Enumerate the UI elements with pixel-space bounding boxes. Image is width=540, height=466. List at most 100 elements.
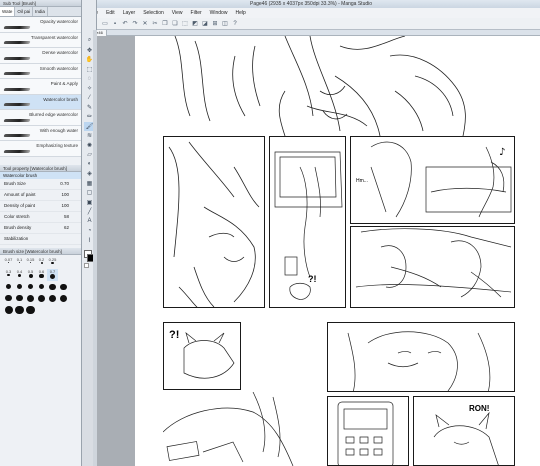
- tab-oil-paint[interactable]: Oil pai: [15, 7, 34, 16]
- brush-size-large-grid: [3, 283, 78, 317]
- brush-size-large-option[interactable]: [3, 283, 14, 293]
- canvas-area[interactable]: ?! Hm... ♪ ?! RON!: [97, 36, 540, 466]
- brush-size-dot: [39, 273, 44, 279]
- brush-item[interactable]: Dense watercolor: [0, 48, 81, 64]
- property-row[interactable]: Brush Size 0.70: [0, 179, 81, 190]
- property-value[interactable]: 62: [64, 225, 69, 230]
- property-value[interactable]: 0.70: [60, 181, 69, 186]
- brush-size-large-option[interactable]: [47, 294, 58, 304]
- property-label: Brush density: [4, 225, 32, 230]
- cut-icon[interactable]: ✂: [151, 20, 159, 28]
- tool-property-title: Tool property [Watercolor brush]: [0, 164, 81, 172]
- transparent-swatch[interactable]: [84, 263, 89, 268]
- brush-size-large-option[interactable]: [58, 294, 69, 304]
- brush-size-dot: [16, 283, 23, 289]
- brush-item-label: Paint & Apply: [50, 81, 78, 86]
- brush-size-large-option[interactable]: [3, 294, 14, 304]
- panel-car-trunk[interactable]: ?!: [269, 136, 346, 308]
- menu-edit[interactable]: Edit: [102, 10, 119, 16]
- brush-size-option[interactable]: 0.25: [47, 257, 58, 269]
- command-bar: ▫ ▭ ▪ ↶ ↷ ✕ ✂ ❐ ❏ ⬚ ◩ ◪ ⊞ ◫ ?: [86, 18, 540, 30]
- property-label: Color stretch: [4, 214, 30, 219]
- brush-size-large-option[interactable]: [36, 294, 47, 304]
- tab-watercolor[interactable]: Wate: [0, 7, 16, 16]
- brush-size-dot: [27, 283, 34, 290]
- panel-cat-surprised[interactable]: ?!: [163, 322, 241, 390]
- property-value[interactable]: 100: [61, 203, 69, 208]
- brush-size-large-option[interactable]: [25, 294, 36, 304]
- brush-stroke-preview: [3, 41, 31, 44]
- brush-size-option[interactable]: 0.3: [3, 269, 14, 281]
- brush-item[interactable]: With enough water: [0, 125, 81, 141]
- brush-size-large-option[interactable]: [58, 283, 69, 293]
- property-value[interactable]: 58: [64, 214, 69, 219]
- brush-size-label: 0.5: [27, 268, 34, 274]
- panel-girl-closeup[interactable]: [327, 322, 515, 392]
- lock-icon[interactable]: ◫: [221, 20, 229, 28]
- panel-girl-smiling[interactable]: [163, 136, 265, 308]
- brush-size-dot: [18, 261, 21, 263]
- menu-help[interactable]: Help: [231, 10, 249, 16]
- undo-icon[interactable]: ↶: [121, 20, 129, 28]
- sfx-question: ?!: [169, 329, 179, 341]
- panel-car-interior[interactable]: [350, 226, 515, 308]
- menu-window[interactable]: Window: [206, 10, 232, 16]
- brush-size-large-option[interactable]: [25, 305, 36, 315]
- brush-size-large-option[interactable]: [3, 305, 14, 315]
- redo-icon[interactable]: ↷: [131, 20, 139, 28]
- panel-girl-wave[interactable]: Hm... ♪: [350, 136, 515, 224]
- brush-item[interactable]: Emphasizing texture: [0, 141, 81, 157]
- ruler-icon[interactable]: ◩: [191, 20, 199, 28]
- brush-size-option[interactable]: 0.2: [36, 257, 47, 269]
- brush-item[interactable]: Smooth watercolor: [0, 63, 81, 79]
- property-row[interactable]: Brush density 62: [0, 223, 81, 234]
- grid-icon[interactable]: ⊞: [211, 20, 219, 28]
- brush-size-option[interactable]: 0.07: [3, 257, 14, 269]
- brush-size-large-option[interactable]: [36, 283, 47, 293]
- manga-page[interactable]: ?! Hm... ♪ ?! RON!: [135, 36, 540, 466]
- paste-icon[interactable]: ❏: [171, 20, 179, 28]
- brush-size-option[interactable]: 0.15: [25, 257, 36, 269]
- brush-item[interactable]: Watercolor brush: [0, 94, 81, 110]
- sfx-hm: Hm...: [356, 178, 368, 184]
- clear-icon[interactable]: ✕: [141, 20, 149, 28]
- brush-item-label: Transparent watercolor: [30, 34, 78, 40]
- brush-size-large-option[interactable]: [14, 283, 25, 293]
- property-row[interactable]: Amount of paint 100: [0, 190, 81, 201]
- brush-size-option[interactable]: 0.7: [47, 268, 58, 281]
- panel-phone[interactable]: [327, 396, 409, 466]
- tab-india-ink[interactable]: India: [33, 7, 48, 16]
- menu-view[interactable]: View: [168, 10, 187, 16]
- brush-item[interactable]: Transparent watercolor: [0, 32, 81, 48]
- brush-size-large-option[interactable]: [25, 283, 36, 293]
- brush-size-large-option[interactable]: [47, 283, 58, 293]
- brush-list: Opacity watercolor Transparent watercolor…: [0, 17, 81, 157]
- brush-size-large-option[interactable]: [14, 294, 25, 304]
- brush-item[interactable]: Opacity watercolor: [0, 17, 81, 33]
- snap-icon[interactable]: ◪: [201, 20, 209, 28]
- brush-size-option[interactable]: 0.5: [25, 269, 36, 281]
- sub-tool-panel: Sub Tool [Brush] Wate Oil pai India Opac…: [0, 0, 82, 466]
- property-value[interactable]: 100: [61, 192, 69, 197]
- brush-size-dot: [7, 273, 10, 277]
- menu-selection[interactable]: Selection: [139, 10, 168, 16]
- copy-icon[interactable]: ❐: [161, 20, 169, 28]
- property-row[interactable]: Stabilization: [0, 234, 81, 245]
- brush-size-large-option[interactable]: [14, 305, 25, 315]
- property-row[interactable]: Density of paint 100: [0, 201, 81, 212]
- brush-size-label: 0.15: [26, 256, 35, 262]
- property-row[interactable]: Color stretch 58: [0, 212, 81, 223]
- help-icon[interactable]: ?: [231, 20, 239, 28]
- brush-size-option[interactable]: 0.1: [14, 257, 25, 269]
- brush-size-dot: [26, 294, 35, 302]
- menu-filter[interactable]: Filter: [187, 10, 206, 16]
- brush-size-option[interactable]: 0.4: [14, 269, 25, 281]
- open-folder-icon[interactable]: ▭: [101, 20, 109, 28]
- transform-icon[interactable]: ⬚: [181, 20, 189, 28]
- brush-item[interactable]: Paint & Apply: [0, 79, 81, 95]
- panel-cat-ron[interactable]: RON!: [413, 396, 515, 466]
- brush-item[interactable]: Blurred edge watercolor: [0, 110, 81, 126]
- brush-size-option[interactable]: 0.6: [36, 269, 47, 281]
- save-icon[interactable]: ▪: [111, 20, 119, 28]
- menu-layer[interactable]: Layer: [119, 10, 140, 16]
